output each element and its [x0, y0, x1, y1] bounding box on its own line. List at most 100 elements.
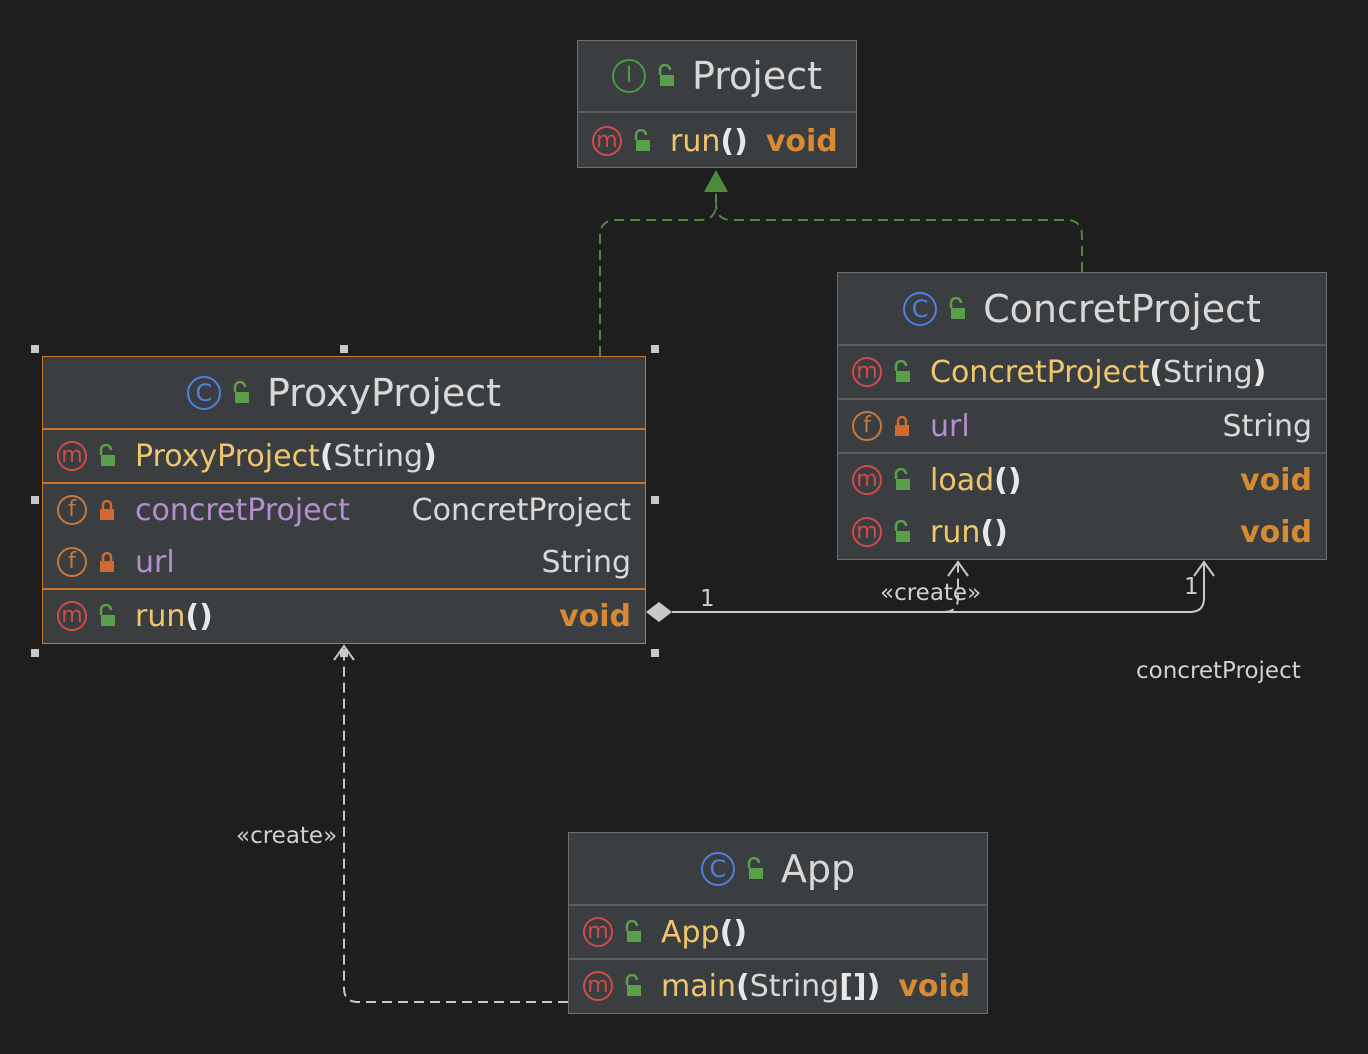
unlock-icon	[890, 519, 914, 545]
field-row[interactable]: f url String	[43, 536, 645, 588]
method-icon: m	[852, 357, 882, 387]
close-paren: )	[1252, 354, 1267, 390]
field-type: String	[541, 544, 631, 580]
constructor-row[interactable]: m ConcretProject(String)	[838, 346, 1326, 398]
resize-handle-top-right[interactable]	[651, 345, 659, 353]
class-header: C App	[569, 833, 987, 906]
unlock-icon	[95, 603, 119, 629]
close-paren: )	[199, 598, 213, 634]
constructors-section: m ProxyProject(String)	[43, 430, 645, 484]
close-paren: )	[1007, 462, 1022, 498]
constructor-name: ProxyProject	[135, 438, 320, 474]
open-paren: (	[1149, 354, 1164, 390]
resize-handle-middle-right[interactable]	[651, 496, 659, 504]
composition-diamond	[646, 602, 672, 622]
method-params: String	[749, 968, 840, 1004]
method-icon: m	[592, 126, 622, 156]
resize-handle-bottom-left[interactable]	[31, 649, 39, 657]
field-icon: f	[57, 547, 87, 577]
interface-icon: I	[611, 59, 646, 93]
constructor-row[interactable]: m App()	[569, 906, 987, 958]
methods-section: m load() void m run() void	[838, 454, 1326, 558]
constructors-section: m ConcretProject(String)	[838, 346, 1326, 400]
method-icon: m	[852, 517, 882, 547]
close-paren: )	[733, 914, 748, 950]
method-row[interactable]: m run() void	[43, 590, 645, 642]
class-concretproject[interactable]: C ConcretProject m ConcretProject(String…	[837, 272, 1327, 560]
return-type: void	[898, 968, 971, 1004]
method-row[interactable]: m run() void	[578, 113, 856, 169]
lock-icon	[95, 497, 119, 523]
class-name: ProxyProject	[266, 370, 502, 415]
method-icon: m	[583, 971, 613, 1001]
unlock-icon	[630, 128, 654, 154]
method-row[interactable]: m load() void	[838, 454, 1326, 506]
realization-arrowhead	[704, 170, 728, 192]
constructor-row[interactable]: m ProxyProject(String)	[43, 430, 645, 482]
class-name: ConcretProject	[983, 286, 1261, 331]
fields-section: f url String	[838, 400, 1326, 454]
methods-section: m main(String[]) void	[569, 960, 987, 1012]
method-name: run	[135, 598, 186, 634]
class-icon: C	[903, 291, 938, 326]
class-header: C ProxyProject	[43, 357, 645, 430]
constructors-section: m App()	[569, 906, 987, 960]
resize-handle-bottom-center[interactable]	[340, 649, 348, 657]
field-name: concretProject	[135, 492, 350, 528]
class-app[interactable]: C App m App() m main(String[]) void	[568, 832, 988, 1014]
unlock-icon	[654, 63, 678, 89]
create-label-proxyproject: «create»	[236, 823, 338, 849]
multiplicity-source-label: 1	[700, 586, 715, 612]
return-type: void	[1240, 514, 1312, 550]
open-paren: (	[185, 598, 200, 634]
multiplicity-target-label: 1	[1184, 574, 1199, 600]
unlock-icon	[621, 973, 645, 999]
method-icon: m	[583, 917, 613, 947]
constructor-name: App	[661, 914, 720, 950]
close-paren: )	[423, 438, 437, 474]
field-icon: f	[57, 495, 87, 525]
close-paren: )	[866, 968, 881, 1004]
method-row[interactable]: m run() void	[838, 506, 1326, 558]
field-row[interactable]: f url String	[838, 400, 1326, 452]
unlock-icon	[95, 443, 119, 469]
resize-handle-bottom-right[interactable]	[651, 649, 659, 657]
create-label-concretproject: «create»	[880, 580, 982, 606]
open-paren: (	[319, 438, 334, 474]
class-header: C ConcretProject	[838, 273, 1326, 346]
resize-handle-top-left[interactable]	[31, 345, 39, 353]
return-type: void	[765, 123, 838, 159]
association-role-label: concretProject	[1136, 658, 1301, 684]
realization-edge-proxyproject[interactable]	[599, 190, 717, 356]
fields-section: f concretProject ConcretProject f url St…	[43, 484, 645, 590]
array-brackets: []	[839, 968, 867, 1004]
unlock-icon	[621, 919, 645, 945]
resize-handle-middle-left[interactable]	[31, 496, 39, 504]
unlock-icon	[743, 856, 767, 882]
return-type: void	[1240, 462, 1312, 498]
field-type: String	[1222, 408, 1312, 444]
class-proxyproject[interactable]: C ProxyProject m ProxyProject(String) f …	[42, 356, 646, 644]
realization-edge-concretproject[interactable]	[715, 203, 1083, 272]
lock-icon	[890, 413, 914, 439]
method-name: main	[661, 968, 736, 1004]
field-name: url	[930, 408, 970, 444]
open-paren: (	[719, 914, 734, 950]
close-paren: )	[994, 514, 1008, 550]
unlock-icon	[229, 380, 253, 406]
class-icon: C	[700, 851, 735, 886]
open-paren: (	[720, 123, 735, 159]
class-icon: C	[186, 375, 221, 410]
methods-section: m run() void	[578, 113, 856, 169]
field-row[interactable]: f concretProject ConcretProject	[43, 484, 645, 536]
resize-handle-top-center[interactable]	[340, 345, 348, 353]
create-edge-proxyproject[interactable]	[343, 646, 568, 1003]
class-project[interactable]: I Project m run() void	[577, 40, 857, 168]
close-paren: )	[734, 123, 748, 159]
method-name: load	[930, 462, 995, 498]
field-icon: f	[852, 411, 882, 441]
unlock-icon	[945, 296, 969, 322]
unlock-icon	[890, 359, 914, 385]
method-name: run	[670, 123, 721, 159]
method-row[interactable]: m main(String[]) void	[569, 960, 987, 1012]
